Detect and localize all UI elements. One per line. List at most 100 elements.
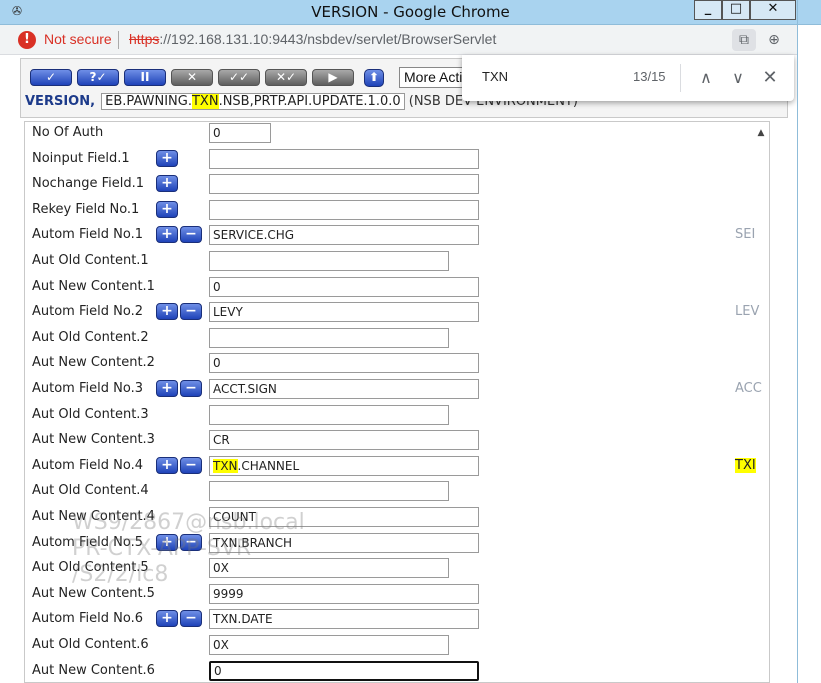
remove-field-button[interactable]: − xyxy=(180,303,202,320)
field-input[interactable]: TXN.BRANCH xyxy=(209,533,479,553)
form-row: Nochange Field.1 + xyxy=(25,173,769,195)
url-scheme: https xyxy=(129,31,160,47)
window-border xyxy=(797,0,798,683)
field-input[interactable]: ACCT.SIGN xyxy=(209,379,479,399)
form-row: Autom Field No.4 + − TXN.CHANNEL TXI xyxy=(25,455,769,477)
expand-field-button[interactable]: + xyxy=(156,457,178,474)
commit-button[interactable]: ✓ xyxy=(30,69,72,86)
form-row: Rekey Field No.1 + xyxy=(25,199,769,221)
field-input[interactable]: 0 xyxy=(209,661,479,681)
field-input[interactable]: CR xyxy=(209,430,479,450)
field-input[interactable]: 9999 xyxy=(209,584,479,604)
authorise-button[interactable]: ✓✓ xyxy=(218,69,260,86)
remove-field-button[interactable]: − xyxy=(180,457,202,474)
close-window-button[interactable]: ✕ xyxy=(750,0,796,20)
field-enrichment: ACC xyxy=(735,381,762,396)
find-input[interactable]: TXN xyxy=(482,69,508,84)
field-label: Autom Field No.5 xyxy=(32,535,143,550)
expand-field-button[interactable]: + xyxy=(156,175,178,192)
find-separator xyxy=(680,64,681,92)
form-row: No Of Auth 0 xyxy=(25,122,769,144)
delete-button[interactable]: ✕ xyxy=(171,69,213,86)
form-row: Aut Old Content.5 0X xyxy=(25,557,769,579)
form-row: Autom Field No.3 + − ACCT.SIGN ACC xyxy=(25,378,769,400)
field-enrichment: SEI xyxy=(735,227,756,242)
field-input[interactable]: TXN.DATE xyxy=(209,609,479,629)
field-input[interactable] xyxy=(209,200,479,220)
field-label: Aut New Content.3 xyxy=(32,432,155,447)
url-text[interactable]: https://192.168.131.10:9443/nsbdev/servl… xyxy=(129,31,496,47)
field-input[interactable]: TXN.CHANNEL xyxy=(209,456,479,476)
field-label: No Of Auth xyxy=(32,125,104,140)
field-input[interactable]: 0 xyxy=(209,123,271,143)
form-row: Aut Old Content.6 0X xyxy=(25,634,769,656)
field-input[interactable]: SERVICE.CHG xyxy=(209,225,479,245)
version-name-post: .NSB,PRTP.API.UPDATE.1.0.0 xyxy=(218,94,401,109)
form-row: Autom Field No.6 + − TXN.DATE xyxy=(25,608,769,630)
field-input[interactable]: LEVY xyxy=(209,302,479,322)
field-label: Aut Old Content.6 xyxy=(32,637,149,652)
remove-field-button[interactable]: − xyxy=(180,610,202,627)
version-name: EB.PAWNING.TXN.NSB,PRTP.API.UPDATE.1.0.0 xyxy=(101,93,405,110)
not-secure-label[interactable]: Not secure xyxy=(44,31,112,47)
maximize-button[interactable]: □ xyxy=(722,0,750,20)
zoom-icon[interactable]: ⊕ xyxy=(762,29,786,51)
reverse-button[interactable]: ✕✓ xyxy=(265,69,307,86)
field-input[interactable]: COUNT xyxy=(209,507,479,527)
copy-button[interactable]: ▶ xyxy=(312,69,354,86)
expand-field-button[interactable]: + xyxy=(156,380,178,397)
expand-field-button[interactable]: + xyxy=(156,226,178,243)
version-name-pre: EB.PAWNING. xyxy=(105,94,192,109)
expand-field-button[interactable]: + xyxy=(156,150,178,167)
field-input[interactable] xyxy=(209,328,449,348)
field-label: Autom Field No.3 xyxy=(32,381,143,396)
close-icon[interactable]: ✕ xyxy=(758,66,782,90)
form-row: Autom Field No.1 + − SERVICE.CHG SEI xyxy=(25,224,769,246)
remove-field-button[interactable]: − xyxy=(180,226,202,243)
minimize-button[interactable]: _ xyxy=(694,0,722,20)
chevron-down-icon[interactable]: ∨ xyxy=(726,66,750,90)
field-label: Aut New Content.2 xyxy=(32,355,155,370)
field-input[interactable] xyxy=(209,149,479,169)
field-input[interactable]: 0X xyxy=(209,558,449,578)
form-row: Aut New Content.1 0 xyxy=(25,276,769,298)
validate-button[interactable]: ?✓ xyxy=(77,69,119,86)
field-label: Aut New Content.4 xyxy=(32,509,155,524)
address-bar[interactable]: ! Not secure https://192.168.131.10:9443… xyxy=(0,25,821,55)
field-input[interactable] xyxy=(209,405,449,425)
form-row: Aut Old Content.3 xyxy=(25,404,769,426)
form-row: Autom Field No.5 + − TXN.BRANCH xyxy=(25,532,769,554)
expand-field-button[interactable]: + xyxy=(156,534,178,551)
picture-in-picture-icon[interactable]: ⧉ xyxy=(732,29,756,51)
field-label: Aut Old Content.4 xyxy=(32,483,149,498)
window-titlebar: ✇ VERSION - Google Chrome _ □ ✕ xyxy=(0,0,821,25)
window-edge xyxy=(798,25,821,683)
version-label: VERSION, xyxy=(25,94,96,109)
field-input[interactable]: 0 xyxy=(209,277,479,297)
warning-icon[interactable]: ! xyxy=(18,31,36,49)
field-label: Aut New Content.6 xyxy=(32,663,155,678)
remove-field-button[interactable]: − xyxy=(180,380,202,397)
chevron-up-icon[interactable]: ∧ xyxy=(694,66,718,90)
hold-button[interactable]: II xyxy=(124,69,166,86)
find-match-count: 13/15 xyxy=(633,69,666,84)
expand-field-button[interactable]: + xyxy=(156,610,178,627)
field-label: Autom Field No.2 xyxy=(32,304,143,319)
expand-field-button[interactable]: + xyxy=(156,303,178,320)
field-input[interactable] xyxy=(209,174,479,194)
version-name-highlight: TXN xyxy=(191,94,219,109)
remove-field-button[interactable]: − xyxy=(180,534,202,551)
field-input[interactable]: 0X xyxy=(209,635,449,655)
field-input[interactable]: 0 xyxy=(209,353,479,373)
field-label: Rekey Field No.1 xyxy=(32,202,140,217)
form-row: Aut New Content.5 9999 xyxy=(25,583,769,605)
field-value-rest: .CHANNEL xyxy=(237,459,300,473)
up-arrow-icon[interactable]: ⬆ xyxy=(364,69,384,87)
form-row: Aut New Content.6 0 xyxy=(25,660,769,682)
field-enrichment: LEV xyxy=(735,304,760,319)
expand-field-button[interactable]: + xyxy=(156,201,178,218)
form-area[interactable]: ▲ No Of Auth 0 Noinput Field.1 + Nochange Fi… xyxy=(24,121,770,683)
form-row: Aut Old Content.4 xyxy=(25,480,769,502)
field-input[interactable] xyxy=(209,251,449,271)
field-input[interactable] xyxy=(209,481,449,501)
